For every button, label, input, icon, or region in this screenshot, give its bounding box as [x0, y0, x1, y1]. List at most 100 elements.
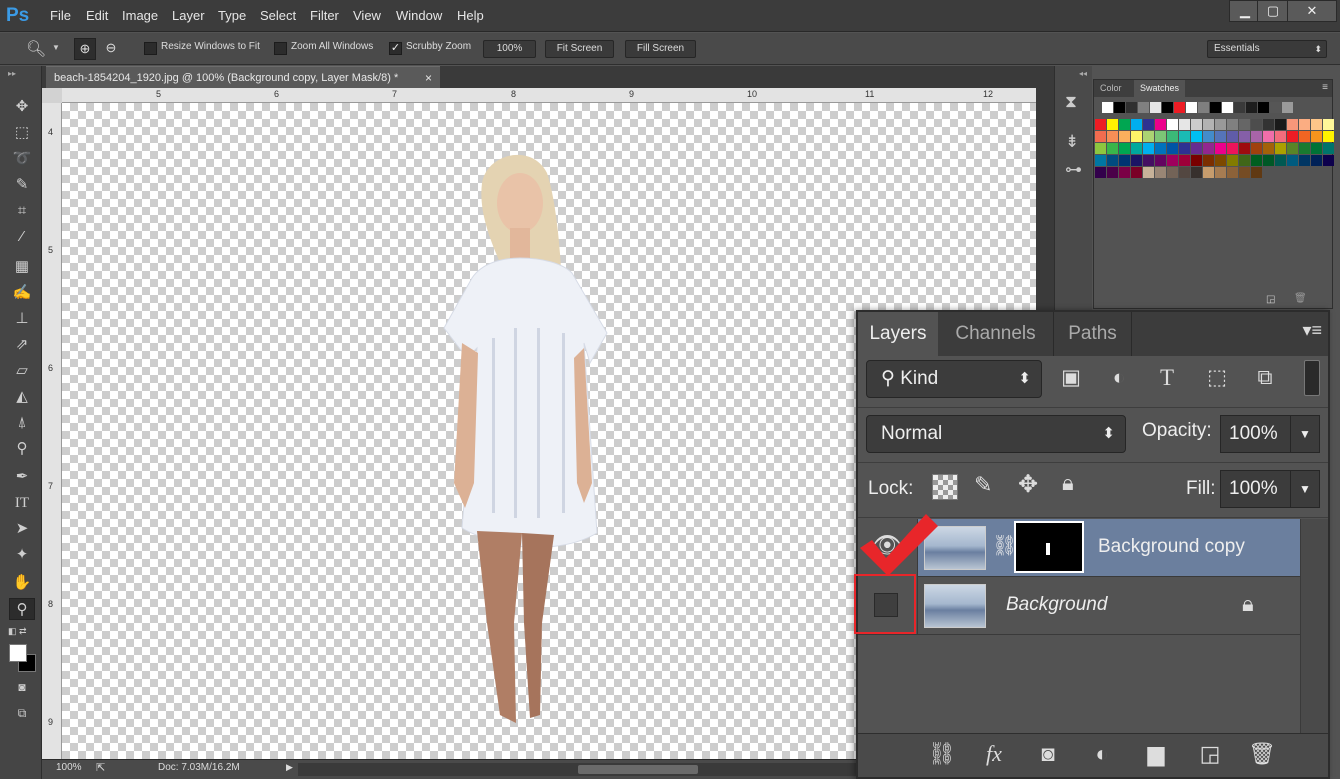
swatch[interactable]: [1215, 119, 1226, 130]
menu-view[interactable]: View: [353, 0, 381, 32]
swatch[interactable]: [1227, 167, 1238, 178]
delete-layer-icon[interactable]: 🗑︎: [1244, 734, 1280, 774]
swatch[interactable]: [1299, 143, 1310, 154]
zoom-in-icon[interactable]: ⊕: [74, 38, 96, 60]
swatch[interactable]: [1167, 119, 1178, 130]
eraser-tool-icon[interactable]: ▱: [9, 360, 35, 382]
new-group-icon[interactable]: ▆: [1138, 734, 1174, 774]
workspace-select[interactable]: Essentials ⬍: [1207, 40, 1327, 58]
swatch[interactable]: [1179, 167, 1190, 178]
swatch[interactable]: [1167, 167, 1178, 178]
pixel-filter-icon[interactable]: ▣: [1056, 362, 1086, 394]
smart-object-filter-icon[interactable]: ⧉: [1250, 362, 1280, 394]
swatch[interactable]: [1155, 155, 1166, 166]
eyedropper-tool-icon[interactable]: ⁄: [9, 226, 35, 248]
swatch[interactable]: [1215, 155, 1226, 166]
adjustment-filter-icon[interactable]: ◐: [1104, 362, 1134, 394]
link-layers-icon[interactable]: ⛓︎: [924, 734, 960, 774]
menu-select[interactable]: Select: [260, 0, 296, 32]
swatch[interactable]: [1275, 119, 1286, 130]
swatch[interactable]: [1102, 102, 1113, 113]
swatch[interactable]: [1126, 102, 1137, 113]
lock-all-icon[interactable]: 🔒︎: [1062, 470, 1074, 496]
swatch[interactable]: [1095, 119, 1106, 130]
filter-toggle[interactable]: [1304, 360, 1320, 396]
hand-tool-icon[interactable]: ✋: [9, 572, 35, 594]
brush-panel-icon[interactable]: ⇟: [1065, 132, 1079, 152]
swatch[interactable]: [1311, 119, 1322, 130]
lock-image-pixels-icon[interactable]: ✎: [974, 472, 992, 498]
swatch[interactable]: [1143, 119, 1154, 130]
swatch[interactable]: [1210, 102, 1221, 113]
tab-color[interactable]: Color: [1094, 80, 1128, 97]
add-mask-icon[interactable]: ◙: [1030, 734, 1066, 774]
fill-dropdown-icon[interactable]: ▼: [1290, 470, 1320, 508]
layer-thumbnail[interactable]: [924, 584, 986, 628]
swatch[interactable]: [1251, 131, 1262, 142]
swatch[interactable]: [1287, 155, 1298, 166]
swatch[interactable]: [1138, 102, 1149, 113]
document-tab[interactable]: beach-1854204_1920.jpg @ 100% (Backgroun…: [46, 66, 440, 88]
swatch[interactable]: [1258, 102, 1269, 113]
panel-menu-icon[interactable]: ≡: [1322, 82, 1328, 93]
swatch[interactable]: [1179, 131, 1190, 142]
new-swatch-icon[interactable]: ◲: [1266, 294, 1275, 305]
swatch[interactable]: [1191, 155, 1202, 166]
swatch[interactable]: [1203, 119, 1214, 130]
panel-menu-icon[interactable]: ▾≡: [1302, 320, 1322, 341]
horizontal-ruler[interactable]: 5 6 7 8 9 10 11 12: [62, 88, 1036, 103]
trash-icon[interactable]: 🗑︎: [1294, 293, 1307, 304]
swatch[interactable]: [1114, 102, 1125, 113]
zoom-100-button[interactable]: 100%: [483, 40, 536, 58]
swatch[interactable]: [1287, 131, 1298, 142]
swatch[interactable]: [1239, 167, 1250, 178]
swatch[interactable]: [1107, 167, 1118, 178]
swatch[interactable]: [1119, 119, 1130, 130]
menu-help[interactable]: Help: [457, 0, 484, 32]
swatch[interactable]: [1095, 131, 1106, 142]
swatch[interactable]: [1143, 167, 1154, 178]
swatch[interactable]: [1107, 131, 1118, 142]
swatch[interactable]: [1275, 131, 1286, 142]
layers-scrollbar[interactable]: [1300, 519, 1328, 733]
swatch[interactable]: [1263, 143, 1274, 154]
default-colors-icon[interactable]: ◧ ⇄: [8, 626, 27, 637]
horizontal-scrollbar[interactable]: [298, 763, 858, 776]
swatch[interactable]: [1227, 155, 1238, 166]
swatch[interactable]: [1203, 167, 1214, 178]
opacity-input[interactable]: 100%: [1220, 415, 1292, 453]
swatch[interactable]: [1239, 119, 1250, 130]
layer-row-background[interactable]: Background 🔒︎: [858, 577, 1300, 635]
swatch[interactable]: [1150, 102, 1161, 113]
swatch[interactable]: [1215, 131, 1226, 142]
swatch[interactable]: [1234, 102, 1245, 113]
fit-screen-button[interactable]: Fit Screen: [545, 40, 614, 58]
status-menu-arrow-icon[interactable]: ▶: [286, 762, 293, 773]
tab-swatches[interactable]: Swatches: [1134, 80, 1186, 97]
quick-selection-tool-icon[interactable]: ✎: [9, 174, 35, 196]
swatch[interactable]: [1263, 155, 1274, 166]
vertical-ruler[interactable]: 4 5 6 7 8 9: [42, 103, 62, 759]
swatch[interactable]: [1186, 102, 1197, 113]
layer-mask-thumbnail[interactable]: [1014, 521, 1084, 573]
layer-name[interactable]: Background copy: [1098, 536, 1245, 558]
dodge-tool-icon[interactable]: ⚲: [9, 438, 35, 460]
zoom-tool-icon[interactable]: 🔍︎: [26, 39, 46, 59]
swatch[interactable]: [1239, 143, 1250, 154]
adjustments-panel-icon[interactable]: ⊶: [1065, 160, 1082, 180]
swatch[interactable]: [1191, 143, 1202, 154]
paint-bucket-tool-icon[interactable]: ◭: [9, 386, 35, 408]
swatch[interactable]: [1227, 119, 1238, 130]
tool-preset-dropdown-icon[interactable]: ▼: [52, 43, 60, 52]
swatch[interactable]: [1323, 131, 1334, 142]
menu-type[interactable]: Type: [218, 0, 246, 32]
swatch[interactable]: [1263, 119, 1274, 130]
swatch[interactable]: [1155, 119, 1166, 130]
filter-kind-select[interactable]: ⚲ Kind ⬍: [866, 360, 1042, 398]
swatch[interactable]: [1251, 143, 1262, 154]
menu-image[interactable]: Image: [122, 0, 158, 32]
swatch[interactable]: [1131, 155, 1142, 166]
pen-tool-icon[interactable]: ✒: [9, 466, 35, 488]
swatch[interactable]: [1155, 167, 1166, 178]
swatch[interactable]: [1179, 155, 1190, 166]
